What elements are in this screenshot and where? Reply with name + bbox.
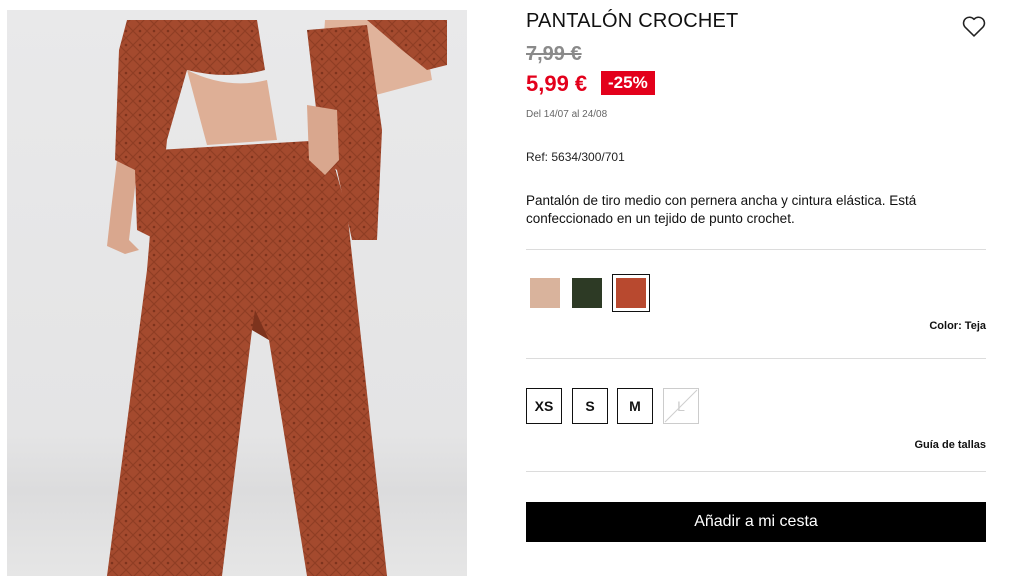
size-option-l-unavailable[interactable]: L <box>663 388 699 424</box>
divider <box>526 358 986 359</box>
product-image <box>7 10 467 576</box>
product-ref: Ref: 5634/300/701 <box>526 150 625 164</box>
unavailable-strike-icon <box>664 389 698 423</box>
selected-color-label: Color: Teja <box>929 320 986 332</box>
divider <box>526 249 986 250</box>
size-option-s[interactable]: S <box>572 388 608 424</box>
product-title: PANTALÓN CROCHET <box>526 10 739 32</box>
discount-badge: -25% <box>601 71 655 95</box>
favorite-heart-icon[interactable] <box>960 12 988 40</box>
product-description: Pantalón de tiro medio con pernera ancha… <box>526 193 917 226</box>
promo-dates: Del 14/07 al 24/08 <box>526 109 608 120</box>
size-option-xs[interactable]: XS <box>526 388 562 424</box>
color-swatch-green[interactable] <box>572 278 602 308</box>
size-guide-link[interactable]: Guía de tallas <box>914 439 986 451</box>
add-to-cart-button[interactable]: Añadir a mi cesta <box>526 502 986 542</box>
color-swatch-teja-selected[interactable] <box>612 274 650 312</box>
sale-price: 5,99 € <box>526 71 588 96</box>
original-price: 7,99 € <box>526 43 582 65</box>
divider <box>526 471 986 472</box>
size-option-m[interactable]: M <box>617 388 653 424</box>
product-photo-illustration <box>107 20 447 576</box>
color-swatch-teja-fill <box>616 278 646 308</box>
color-swatch-beige[interactable] <box>530 278 560 308</box>
